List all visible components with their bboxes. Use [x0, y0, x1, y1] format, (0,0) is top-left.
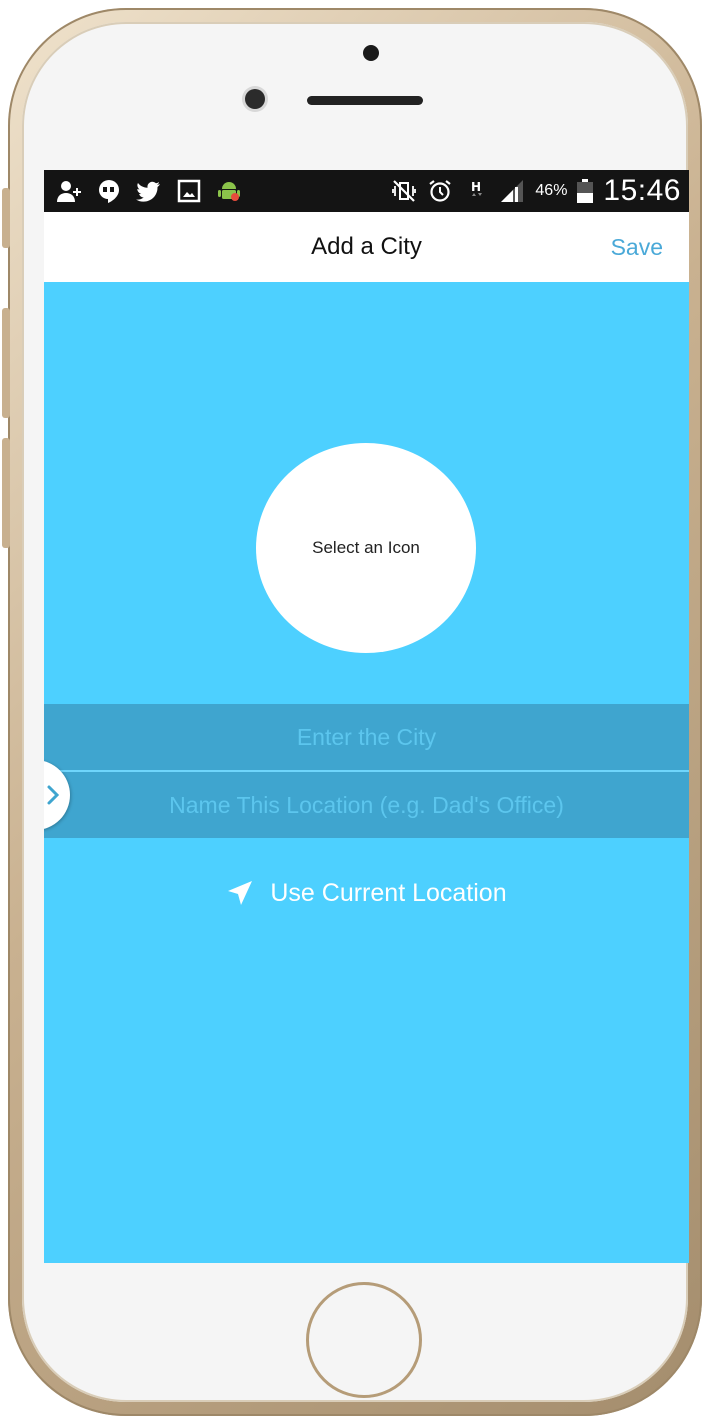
- svg-text:H: H: [471, 180, 481, 194]
- battery-percent: 46%: [535, 182, 568, 199]
- select-icon-label: Select an Icon: [312, 538, 420, 557]
- location-name-field[interactable]: [44, 772, 689, 838]
- page-title: Add a City: [311, 233, 422, 260]
- signal-icon: [499, 178, 525, 204]
- volume-up-button: [2, 308, 10, 418]
- city-field[interactable]: [44, 704, 689, 770]
- earpiece-speaker: [307, 96, 423, 105]
- notification-icons: [44, 178, 242, 204]
- status-bar: H 46% 15:46: [44, 170, 689, 212]
- clock: 15:46: [603, 174, 681, 207]
- android-icon: [216, 178, 242, 204]
- chevron-right-icon: [47, 785, 60, 805]
- system-icons: H 46% 15:46: [391, 174, 689, 208]
- mute-switch: [2, 188, 10, 248]
- app-screen: H 46% 15:46 Add a City Save Select an Ic…: [44, 170, 689, 1263]
- hangouts-icon: [96, 178, 122, 204]
- volume-down-button: [2, 438, 10, 548]
- hspa-icon: H: [463, 178, 489, 204]
- location-name-input[interactable]: [44, 772, 689, 838]
- use-current-location-label: Use Current Location: [270, 878, 507, 907]
- battery-icon: [577, 179, 594, 203]
- use-current-location-button[interactable]: Use Current Location: [44, 870, 689, 916]
- navigation-bar: Add a City Save: [44, 212, 689, 282]
- select-icon-button[interactable]: Select an Icon: [256, 443, 476, 653]
- city-input[interactable]: [44, 704, 689, 770]
- vibrate-icon: [391, 178, 417, 204]
- save-button[interactable]: Save: [611, 212, 663, 282]
- twitter-icon: [136, 178, 162, 204]
- add-person-icon: [56, 178, 82, 204]
- alarm-icon: [427, 178, 453, 204]
- home-button[interactable]: [306, 1282, 422, 1398]
- location-arrow-icon: [228, 881, 253, 905]
- gallery-icon: [176, 178, 202, 204]
- proximity-sensor: [363, 45, 379, 61]
- front-camera: [245, 89, 265, 109]
